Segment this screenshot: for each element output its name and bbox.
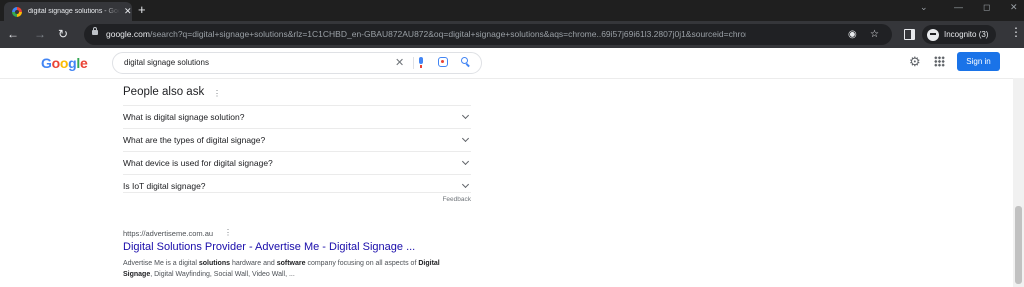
scroll-thumb[interactable] [1015, 206, 1022, 284]
paa-question[interactable]: What device is used for digital signage? [123, 151, 471, 174]
address-bar[interactable]: google.com/search?q=digital+signage+solu… [84, 24, 892, 45]
side-panel-icon[interactable] [904, 29, 915, 40]
more-options-icon[interactable]: ⋮ [213, 90, 221, 98]
search-result: https://advertiseme.com.au ⋮ Digital Sol… [123, 229, 483, 278]
forward-icon[interactable]: → [34, 27, 46, 41]
close-window-icon[interactable]: ✕ [1010, 2, 1018, 13]
question-text: What are the types of digital signage? [123, 135, 266, 145]
question-text: What device is used for digital signage? [123, 158, 273, 168]
result-title-link[interactable]: Digital Solutions Provider - Advertise M… [123, 241, 415, 253]
chevron-down-icon[interactable] [461, 111, 470, 120]
close-tab-icon[interactable]: ✕ [124, 7, 132, 16]
browser-toolbar: ← → ↻ google.com/search?q=digital+signag… [0, 21, 1024, 48]
result-snippet: Advertise Me is a digital solutions hard… [123, 260, 440, 278]
apps-grid-icon[interactable] [934, 56, 945, 67]
browser-menu-icon[interactable]: ⋮ [1010, 26, 1022, 38]
reload-icon[interactable]: ↻ [58, 27, 68, 41]
incognito-icon [927, 28, 939, 41]
divider [413, 57, 414, 69]
search-box[interactable]: digital signage solutions ✕ [112, 52, 482, 74]
search-input[interactable]: digital signage solutions [124, 58, 209, 67]
scrollbar[interactable] [1013, 78, 1024, 287]
search-icon[interactable] [461, 57, 468, 64]
question-text: Is IoT digital signage? [123, 181, 206, 191]
new-tab-icon[interactable]: + [138, 3, 146, 16]
result-url[interactable]: https://advertiseme.com.au [123, 229, 483, 238]
paa-question[interactable]: What are the types of digital signage? [123, 128, 471, 151]
tab-search-icon[interactable]: ⌄ [920, 2, 928, 13]
feedback-link[interactable]: Feedback [442, 196, 471, 203]
google-logo[interactable]: Google [41, 55, 88, 71]
tab-title: digital signage solutions - Google Searc… [28, 8, 120, 15]
about-result-icon[interactable]: ⋮ [224, 229, 232, 237]
tracking-blocked-icon[interactable]: ◉ [848, 29, 857, 40]
google-favicon-icon [12, 6, 22, 17]
chevron-down-icon[interactable] [461, 134, 470, 143]
microphone-icon[interactable] [419, 57, 423, 68]
camera-lens-icon[interactable] [438, 57, 448, 67]
url-path: /search?q=digital+signage+solutions&rlz=… [149, 29, 746, 39]
minimize-icon[interactable]: — [954, 2, 963, 12]
question-text: What is digital signage solution? [123, 112, 245, 122]
gear-icon[interactable]: ⚙ [909, 55, 921, 68]
paa-question[interactable]: What is digital signage solution? [123, 105, 471, 128]
people-also-ask: People also ask ⋮ What is digital signag… [123, 86, 471, 203]
divider [123, 192, 471, 193]
browser-tab[interactable]: digital signage solutions - Google Searc… [4, 2, 132, 21]
url-text[interactable]: google.com/search?q=digital+signage+solu… [106, 29, 746, 39]
restore-icon[interactable]: ◻ [983, 2, 990, 13]
back-icon[interactable]: ← [7, 27, 19, 41]
sign-in-button[interactable]: Sign in [957, 52, 1000, 71]
clear-icon[interactable]: ✕ [395, 56, 404, 69]
bookmark-star-icon[interactable]: ☆ [870, 29, 879, 40]
chevron-down-icon[interactable] [461, 180, 470, 189]
chevron-down-icon[interactable] [461, 157, 470, 166]
tab-strip: digital signage solutions - Google Searc… [0, 0, 1024, 21]
google-header: Google digital signage solutions ✕ ⚙ Sig… [0, 48, 1024, 79]
incognito-label: Incognito (3) [944, 30, 989, 39]
paa-title: People also ask [123, 86, 205, 98]
incognito-profile-button[interactable]: Incognito (3) [922, 25, 996, 44]
lock-icon[interactable] [92, 27, 98, 35]
paa-question[interactable]: Is IoT digital signage? [123, 174, 471, 197]
url-host: google.com [106, 29, 150, 39]
